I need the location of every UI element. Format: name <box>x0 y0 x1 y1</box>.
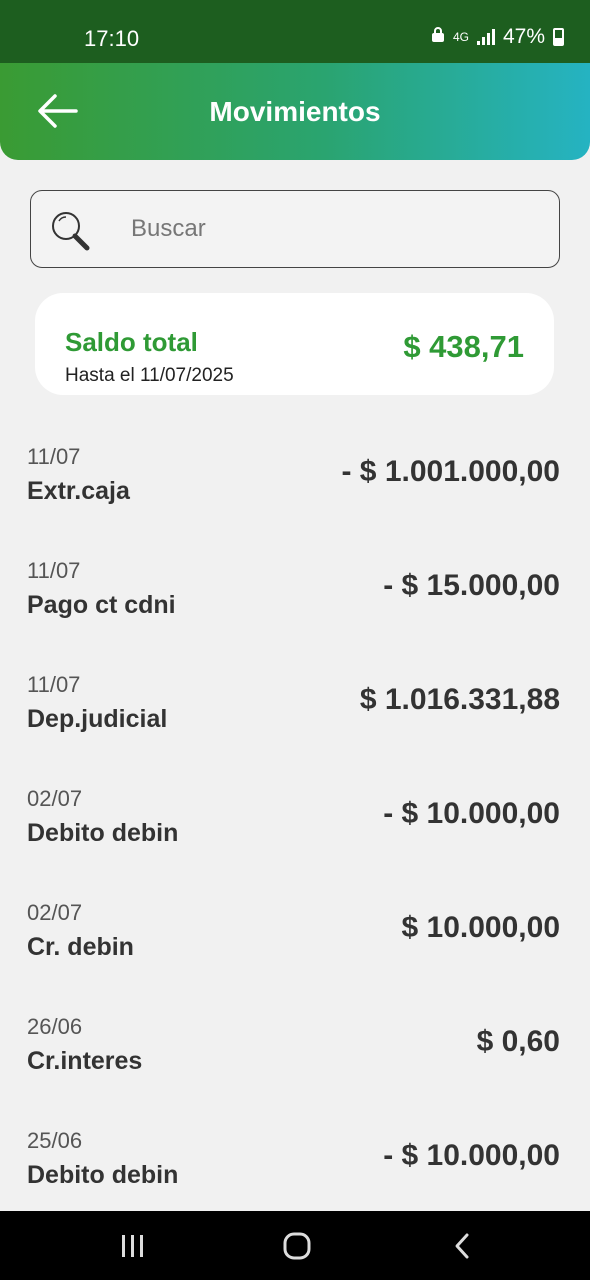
status-bar: 17:10 4G 47% <box>0 0 590 63</box>
app-header: Movimientos <box>0 63 590 160</box>
nav-back-button[interactable] <box>443 1231 483 1261</box>
recent-apps-button[interactable] <box>113 1231 153 1261</box>
chevron-left-icon <box>455 1233 469 1259</box>
balance-amount: $ 438,71 <box>403 329 524 364</box>
transaction-list: 11/07 Extr.caja - $ 1.001.000,00 11/07 P… <box>0 420 590 1218</box>
network-type-icon: 4G <box>452 30 469 44</box>
transaction-amount: $ 0,60 <box>476 1025 560 1058</box>
transaction-description: Debito debin <box>27 819 179 847</box>
transaction-amount: $ 10.000,00 <box>401 911 560 944</box>
balance-label: Saldo total <box>65 327 198 357</box>
transaction-row[interactable]: 02/07 Cr. debin $ 10.000,00 <box>0 876 590 990</box>
transaction-date: 02/07 <box>27 786 83 811</box>
transaction-date: 11/07 <box>27 558 81 583</box>
search-input[interactable] <box>131 209 531 249</box>
system-nav-bar <box>0 1211 590 1280</box>
home-icon <box>283 1232 311 1260</box>
transaction-description: Cr.interes <box>27 1047 143 1075</box>
transaction-description: Cr. debin <box>27 933 134 961</box>
transaction-row[interactable]: 25/06 Debito debin - $ 10.000,00 <box>0 1104 590 1218</box>
status-icons: 4G 47% <box>431 25 564 49</box>
transaction-description: Debito debin <box>27 1161 179 1189</box>
search-box[interactable] <box>30 190 560 268</box>
transaction-description: Extr.caja <box>27 477 130 505</box>
transaction-description: Pago ct cdni <box>27 591 176 619</box>
transaction-row[interactable]: 02/07 Debito debin - $ 10.000,00 <box>0 762 590 876</box>
balance-card: Saldo total Hasta el 11/07/2025 $ 438,71 <box>35 293 554 395</box>
recent-apps-icon <box>122 1235 143 1257</box>
transaction-amount: - $ 1.001.000,00 <box>341 455 560 488</box>
page-title: Movimientos <box>209 96 381 127</box>
battery-icon <box>553 28 564 46</box>
balance-date: Hasta el 11/07/2025 <box>65 365 234 386</box>
home-button[interactable] <box>277 1231 317 1261</box>
transaction-date: 26/06 <box>27 1014 83 1039</box>
transaction-row[interactable]: 11/07 Pago ct cdni - $ 15.000,00 <box>0 534 590 648</box>
transaction-date: 11/07 <box>27 672 81 697</box>
transaction-amount: - $ 15.000,00 <box>383 569 560 602</box>
transaction-date: 11/07 <box>27 444 81 469</box>
transaction-row[interactable]: 11/07 Dep.judicial $ 1.016.331,88 <box>0 648 590 762</box>
vpn-lock-icon <box>431 27 445 47</box>
status-time: 17:10 <box>84 26 140 51</box>
transaction-amount: - $ 10.000,00 <box>383 1139 560 1172</box>
transaction-description: Dep.judicial <box>27 705 168 733</box>
transaction-date: 02/07 <box>27 900 83 925</box>
transaction-amount: $ 1.016.331,88 <box>359 683 560 716</box>
transaction-row[interactable]: 26/06 Cr.interes $ 0,60 <box>0 990 590 1104</box>
transaction-amount: - $ 10.000,00 <box>383 797 560 830</box>
battery-percent: 47% <box>502 25 545 48</box>
transaction-row[interactable]: 11/07 Extr.caja - $ 1.001.000,00 <box>0 420 590 534</box>
signal-icon <box>476 29 495 45</box>
transaction-date: 25/06 <box>27 1128 83 1153</box>
magnifier-icon <box>52 212 90 251</box>
